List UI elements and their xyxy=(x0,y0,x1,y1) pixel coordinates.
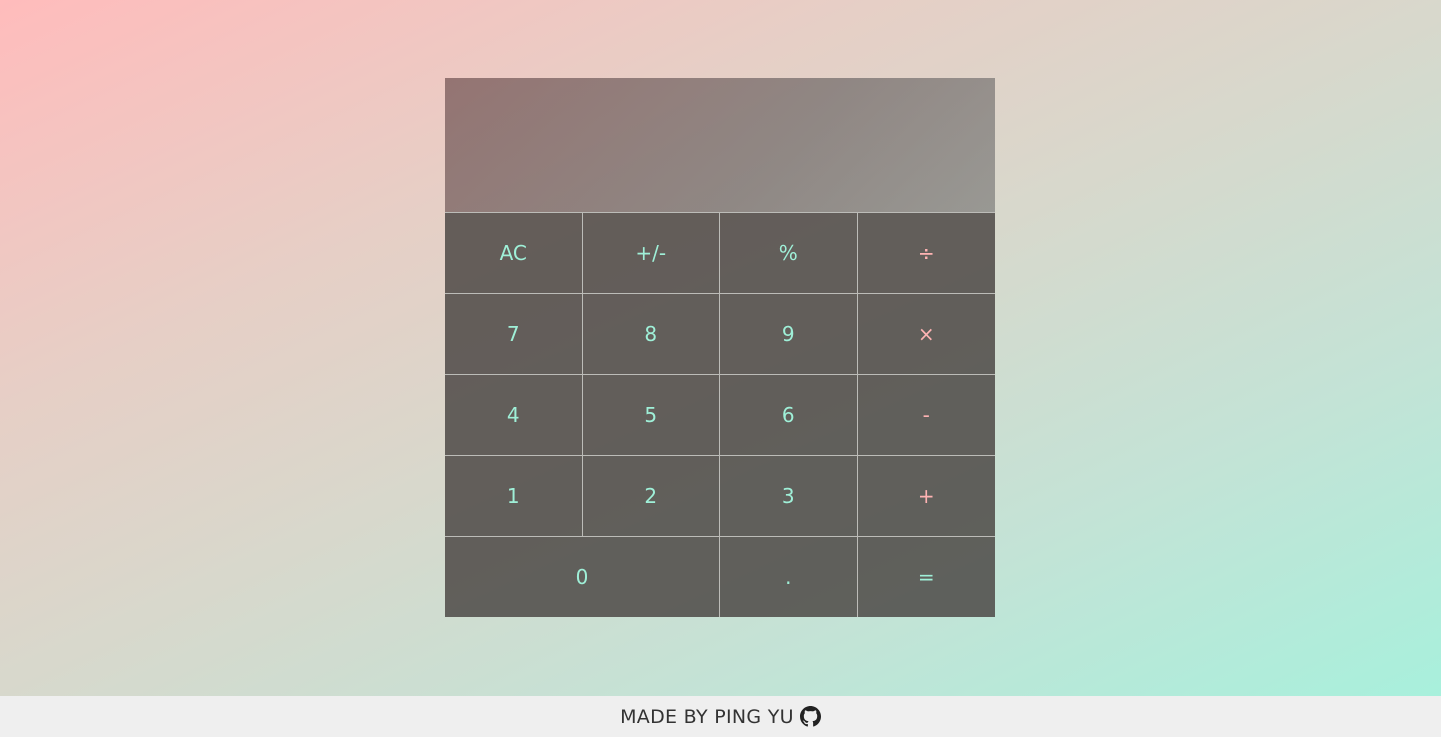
add-button[interactable]: + xyxy=(857,455,995,536)
subtract-button[interactable]: - xyxy=(857,374,995,455)
digit-3-button[interactable]: 3 xyxy=(720,455,858,536)
digit-0-button[interactable]: 0 xyxy=(445,536,720,617)
digit-1-button[interactable]: 1 xyxy=(445,455,583,536)
github-icon[interactable] xyxy=(799,706,821,727)
digit-2-button[interactable]: 2 xyxy=(582,455,720,536)
digit-8-button[interactable]: 8 xyxy=(582,293,720,374)
digit-5-button[interactable]: 5 xyxy=(582,374,720,455)
digit-4-button[interactable]: 4 xyxy=(445,374,583,455)
footer-credit-text: MADE BY PING YU xyxy=(620,705,794,728)
clear-button[interactable]: AC xyxy=(445,212,583,293)
divide-button[interactable]: ÷ xyxy=(857,212,995,293)
negate-button[interactable]: +/- xyxy=(582,212,720,293)
equals-button[interactable]: = xyxy=(857,536,995,617)
background-gradient: AC +/- % ÷ 7 8 9 × 4 5 6 - 1 2 3 + 0 . = xyxy=(0,0,1441,696)
digit-6-button[interactable]: 6 xyxy=(720,374,858,455)
digit-7-button[interactable]: 7 xyxy=(445,293,583,374)
multiply-button[interactable]: × xyxy=(857,293,995,374)
calculator: AC +/- % ÷ 7 8 9 × 4 5 6 - 1 2 3 + 0 . = xyxy=(445,78,995,617)
decimal-button[interactable]: . xyxy=(720,536,858,617)
footer: MADE BY PING YU xyxy=(0,696,1441,737)
calculator-display xyxy=(445,78,995,212)
percent-button[interactable]: % xyxy=(720,212,858,293)
digit-9-button[interactable]: 9 xyxy=(720,293,858,374)
